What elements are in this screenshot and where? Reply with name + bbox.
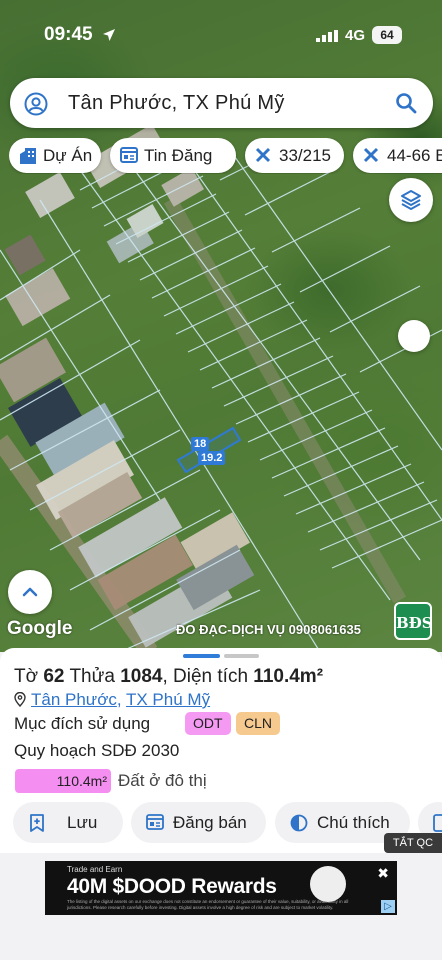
area-label: Diện tích — [173, 666, 249, 687]
post-sale-button[interactable]: Đăng bán — [131, 802, 266, 843]
signal-icon — [316, 30, 338, 42]
chip-label: Dự Án — [43, 146, 93, 165]
plot-label: Thửa — [69, 666, 115, 687]
legend-label: Chú thích — [317, 813, 390, 832]
location-pin-icon — [14, 692, 26, 707]
chip-tin-dang[interactable]: Tin Đăng — [110, 138, 236, 173]
location-arrow-icon — [103, 29, 115, 41]
chip-label: 33/215 — [279, 146, 331, 165]
search-icon[interactable] — [395, 92, 417, 114]
chevron-up-icon — [22, 587, 38, 597]
save-label: Lưu — [67, 813, 98, 832]
sheet-handle-active[interactable] — [183, 654, 220, 658]
plan-label: Quy hoạch SDĐ 2030 — [14, 741, 180, 760]
chip-size-range[interactable]: 33/215 — [245, 138, 344, 173]
ad-info-icon[interactable]: ▷ — [381, 900, 395, 913]
plan-area-description: Đất ở đô thị — [118, 771, 207, 790]
land-use-tag-cln: CLN — [236, 712, 281, 735]
building-icon — [20, 148, 36, 164]
listing-icon — [146, 814, 164, 830]
sheet-label: Tờ — [14, 666, 39, 687]
status-time: 09:45 — [44, 24, 93, 45]
search-input[interactable]: Tân Phước, TX Phú Mỹ — [68, 92, 285, 115]
parcel-side-label: 18 — [191, 437, 210, 451]
ad-logo — [310, 866, 346, 902]
search-bar[interactable]: Tân Phước, TX Phú Mỹ — [10, 78, 433, 128]
sheet-handle[interactable] — [224, 654, 259, 658]
ad-close-icon[interactable]: ✖ — [377, 865, 389, 882]
sheet-number: 62 — [43, 666, 65, 687]
ad-small-text: Trade and Earn — [67, 865, 123, 874]
parcel-side-label: 19.2 — [198, 451, 226, 465]
parcel-title: Tờ 62 Thửa 1084, Diện tích 110.4m² — [14, 666, 324, 687]
plan-area-bar: 110.4m² — [15, 769, 111, 793]
post-sale-label: Đăng bán — [173, 813, 247, 832]
parcel-address: Tân Phước, TX Phú Mỹ — [14, 690, 210, 710]
area-value: 110.4m² — [253, 666, 324, 687]
purpose-label: Mục đích sử dụng — [14, 714, 151, 733]
layers-button[interactable] — [389, 178, 433, 222]
google-logo: Google — [7, 618, 73, 639]
listing-icon — [120, 147, 138, 163]
contrast-icon — [290, 814, 308, 832]
parcel-info-sheet: Tờ 62 Thửa 1084, Diện tích 110.4m² Tân P… — [0, 648, 442, 853]
chip-width-range[interactable]: 44-66 B — [353, 138, 442, 173]
ad-headline: 40M $DOOD Rewards — [67, 875, 277, 898]
layers-icon — [401, 190, 421, 210]
land-use-tag-odt: ODT — [185, 712, 231, 735]
ruler-icon — [363, 147, 379, 163]
chip-label: Tin Đăng — [144, 146, 213, 165]
user-icon[interactable] — [24, 92, 48, 116]
close-ads-button[interactable]: TẮT QC — [384, 833, 442, 853]
ward-link[interactable]: Tân Phước — [31, 690, 117, 709]
location-marker-button[interactable] — [398, 320, 430, 352]
chip-label: 44-66 B — [387, 146, 442, 165]
save-button[interactable]: Lưu — [13, 802, 123, 843]
filter-chips: Dự Án Tin Đăng 33/215 44-66 B — [9, 138, 442, 174]
tool-icon — [433, 814, 442, 832]
network-type: 4G — [345, 27, 366, 44]
status-bar: 09:45 4G 64 — [0, 0, 442, 70]
town-link[interactable]: TX Phú Mỹ — [126, 690, 210, 709]
chip-du-an[interactable]: Dự Án — [9, 138, 101, 173]
bookmark-add-icon — [30, 814, 44, 832]
battery-indicator: 64 — [372, 26, 402, 44]
bds-logo[interactable]: BĐS — [394, 602, 433, 640]
advertisement-banner[interactable]: Trade and Earn 40M $DOOD Rewards The lis… — [45, 861, 397, 915]
surveyor-watermark: ĐO ĐẠC-DỊCH VỤ 0908061635 — [176, 622, 361, 637]
expand-up-button[interactable] — [8, 570, 52, 614]
ruler-icon — [255, 147, 271, 163]
plot-number: 1084 — [120, 666, 163, 687]
